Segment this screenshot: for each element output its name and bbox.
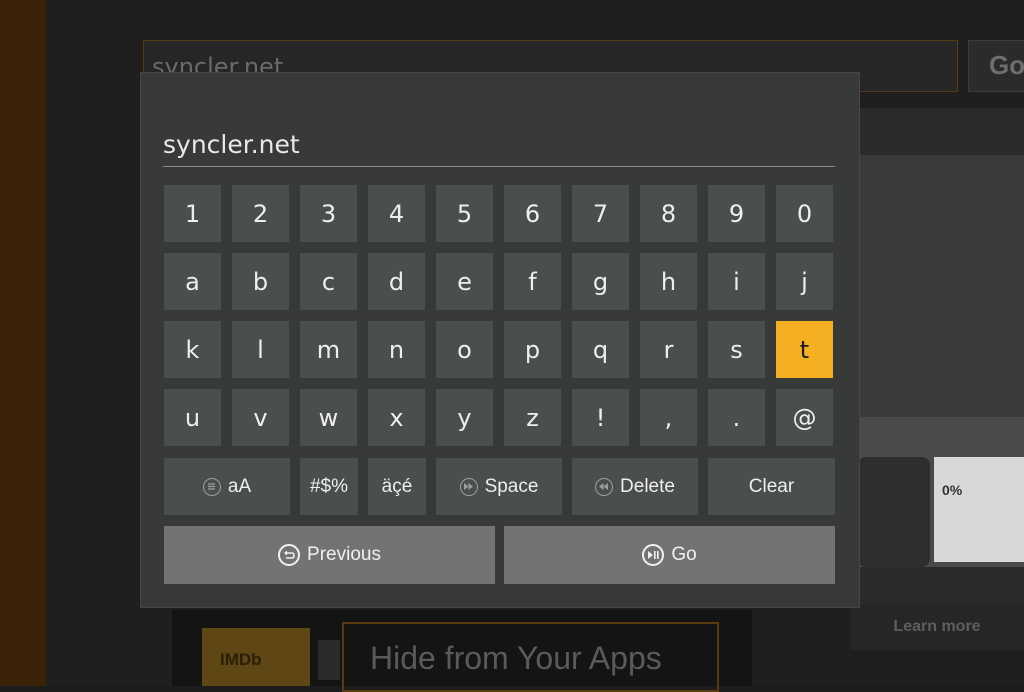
key-j[interactable]: j <box>776 253 833 310</box>
case-toggle-key[interactable]: aA <box>164 458 290 515</box>
key-1[interactable]: 1 <box>164 185 221 242</box>
back-icon <box>278 544 301 566</box>
key-w[interactable]: w <box>300 389 357 446</box>
key-2[interactable]: 2 <box>232 185 289 242</box>
previous-label: Previous <box>307 544 381 565</box>
onscreen-keyboard-dialog: syncler.net 1234567890 abcdefghij klmnopqr… <box>141 73 859 607</box>
key-5[interactable]: 5 <box>436 185 493 242</box>
key-c[interactable]: c <box>300 253 357 310</box>
key-a[interactable]: a <box>164 253 221 310</box>
key-b[interactable]: b <box>232 253 289 310</box>
key-r[interactable]: r <box>640 321 697 378</box>
rewind-icon <box>595 477 614 496</box>
key-3[interactable]: 3 <box>300 185 357 242</box>
hide-from-your-apps-button[interactable]: Hide from Your Apps <box>342 622 719 692</box>
clear-key[interactable]: Clear <box>708 458 835 515</box>
key-6[interactable]: 6 <box>504 185 561 242</box>
key-4[interactable]: 4 <box>368 185 425 242</box>
promo-card: 0% <box>934 457 1024 562</box>
key-y[interactable]: y <box>436 389 493 446</box>
case-toggle-label: aA <box>227 475 252 497</box>
key-e[interactable]: e <box>436 253 493 310</box>
key-p[interactable]: p <box>504 321 561 378</box>
ad-banner-image: 0% <box>858 417 1024 567</box>
symbols-key[interactable]: #$% <box>300 458 358 515</box>
promo-text: 0% <box>942 482 963 498</box>
menu-icon <box>202 477 221 496</box>
key-z[interactable]: z <box>504 389 561 446</box>
key-o[interactable]: o <box>436 321 493 378</box>
key-f[interactable]: f <box>504 253 561 310</box>
keyboard-text-field[interactable]: syncler.net <box>163 128 835 167</box>
key-sym-44[interactable]: , <box>640 389 697 446</box>
key-k[interactable]: k <box>164 321 221 378</box>
accents-key[interactable]: äçé <box>368 458 426 515</box>
play-pause-icon <box>642 544 665 566</box>
key-g[interactable]: g <box>572 253 629 310</box>
imdb-tv-logo[interactable]: IMDb <box>202 628 310 686</box>
key-i[interactable]: i <box>708 253 765 310</box>
delete-key[interactable]: Delete <box>572 458 698 515</box>
key-d[interactable]: d <box>368 253 425 310</box>
key-sym-64[interactable]: @ <box>776 389 833 446</box>
key-v[interactable]: v <box>232 389 289 446</box>
key-t[interactable]: t <box>776 321 833 378</box>
ad-panel-image <box>858 155 1024 417</box>
accents-label: äçé <box>381 475 413 497</box>
key-h[interactable]: h <box>640 253 697 310</box>
key-s[interactable]: s <box>708 321 765 378</box>
key-m[interactable]: m <box>300 321 357 378</box>
space-key[interactable]: Space <box>436 458 562 515</box>
key-7[interactable]: 7 <box>572 185 629 242</box>
key-8[interactable]: 8 <box>640 185 697 242</box>
key-l[interactable]: l <box>232 321 289 378</box>
delete-label: Delete <box>620 475 675 497</box>
symbols-label: #$% <box>309 475 349 497</box>
url-go-button[interactable]: Go <box>968 40 1024 92</box>
car-image <box>858 457 930 567</box>
key-0[interactable]: 0 <box>776 185 833 242</box>
space-label: Space <box>484 475 539 497</box>
previous-button[interactable]: Previous <box>164 526 495 584</box>
keyboard-input-value: syncler.net <box>163 130 300 159</box>
key-sym-33[interactable]: ! <box>572 389 629 446</box>
key-x[interactable]: x <box>368 389 425 446</box>
go-label: Go <box>671 544 697 565</box>
key-n[interactable]: n <box>368 321 425 378</box>
key-u[interactable]: u <box>164 389 221 446</box>
left-accent-strip <box>0 0 46 686</box>
key-9[interactable]: 9 <box>708 185 765 242</box>
go-button[interactable]: Go <box>504 526 835 584</box>
fast-forward-icon <box>459 477 478 496</box>
app-tile-partial[interactable] <box>318 640 340 680</box>
clear-label: Clear <box>748 475 795 497</box>
key-sym-46[interactable]: . <box>708 389 765 446</box>
learn-more-button[interactable]: Learn more <box>850 604 1024 650</box>
key-q[interactable]: q <box>572 321 629 378</box>
